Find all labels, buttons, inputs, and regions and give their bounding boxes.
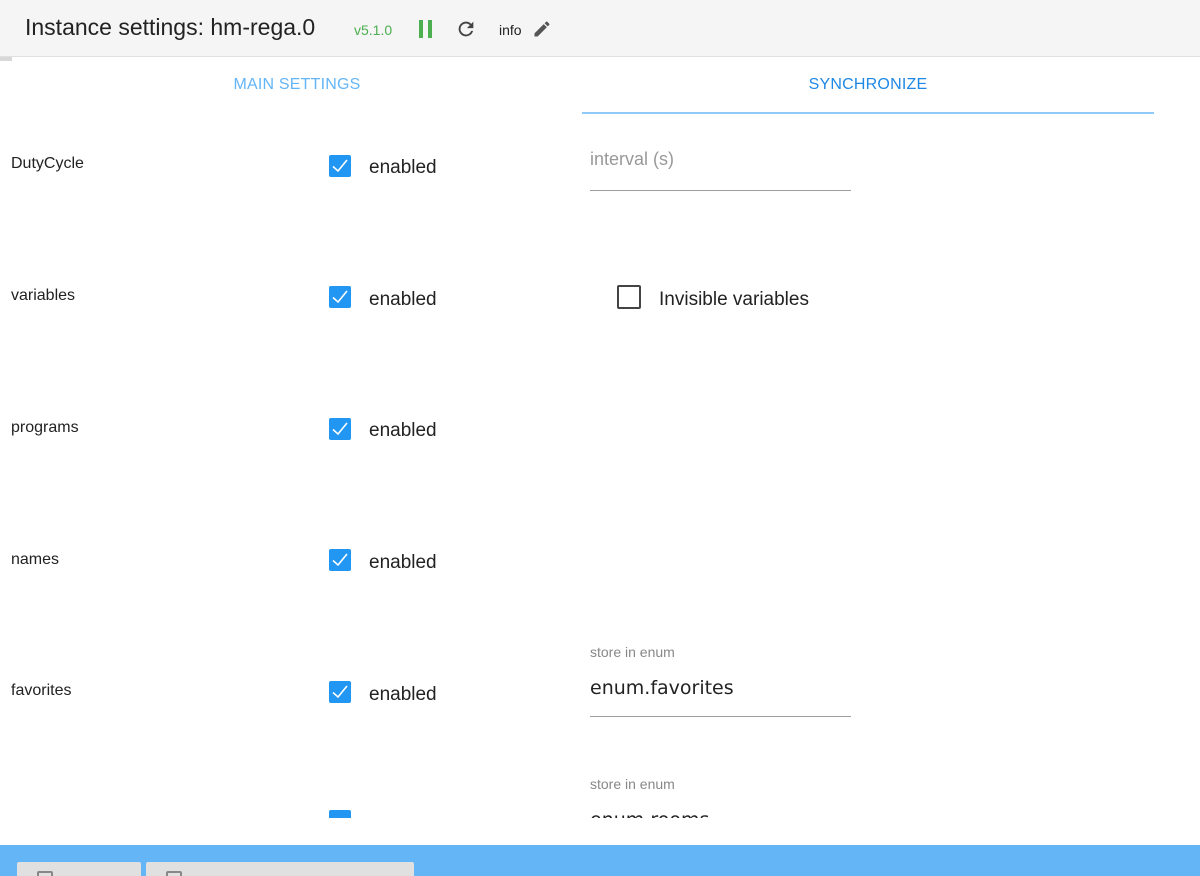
favorites-enum-input[interactable]: enum.favorites bbox=[590, 677, 734, 699]
row-label-favorites: favorites bbox=[11, 682, 72, 699]
favorites-enabled-checkbox[interactable] bbox=[329, 681, 351, 703]
favorites-enum-underline bbox=[590, 716, 851, 717]
row-label-variables: variables bbox=[11, 287, 76, 304]
invisible-variables-checkbox[interactable] bbox=[617, 285, 641, 309]
interval-input-placeholder: interval (s) bbox=[590, 149, 675, 169]
favorites-enum-label: store in enum bbox=[590, 644, 675, 660]
row-label-programs: programs bbox=[11, 419, 79, 436]
row-label-dutycycle: DutyCycle bbox=[11, 155, 84, 172]
app-header: Instance settings: hm-rega.0 v5.1.0 info bbox=[0, 0, 1200, 57]
programs-enabled-label: enabled bbox=[369, 420, 437, 441]
footer-bar bbox=[0, 845, 1200, 876]
save-button[interactable] bbox=[17, 862, 141, 876]
version-badge: v5.1.0 bbox=[354, 22, 393, 38]
favorites-enabled-label: enabled bbox=[369, 684, 437, 705]
invisible-variables-label: Invisible variables bbox=[659, 289, 809, 310]
names-enabled-checkbox[interactable] bbox=[329, 549, 351, 571]
interval-input[interactable] bbox=[590, 190, 851, 191]
programs-enabled-checkbox[interactable] bbox=[329, 418, 351, 440]
header-shadow bbox=[0, 57, 12, 61]
dutycycle-enabled-checkbox[interactable] bbox=[329, 155, 351, 177]
save-and-close-button[interactable] bbox=[146, 862, 414, 876]
pause-icon[interactable] bbox=[419, 20, 433, 38]
rooms-enabled-checkbox[interactable] bbox=[329, 810, 351, 818]
dutycycle-enabled-label: enabled bbox=[369, 157, 437, 178]
tab-synchronize[interactable]: SYNCHRONIZE bbox=[582, 76, 1154, 94]
active-tab-indicator bbox=[582, 112, 1154, 114]
info-label: info bbox=[499, 22, 522, 38]
edit-icon[interactable] bbox=[532, 19, 552, 39]
reload-icon[interactable] bbox=[455, 18, 477, 40]
settings-content: DutyCycle enabled interval (s) variables… bbox=[0, 118, 1200, 818]
tab-main-settings[interactable]: MAIN SETTINGS bbox=[12, 76, 582, 94]
save-close-icon bbox=[166, 871, 182, 876]
variables-enabled-label: enabled bbox=[369, 289, 437, 310]
save-icon bbox=[37, 871, 53, 876]
page-title: Instance settings: hm-rega.0 bbox=[25, 14, 316, 40]
variables-enabled-checkbox[interactable] bbox=[329, 286, 351, 308]
rooms-enum-input[interactable]: enum.rooms bbox=[590, 809, 709, 818]
row-label-names: names bbox=[11, 551, 60, 568]
names-enabled-label: enabled bbox=[369, 552, 437, 573]
rooms-enum-label: store in enum bbox=[590, 776, 675, 792]
